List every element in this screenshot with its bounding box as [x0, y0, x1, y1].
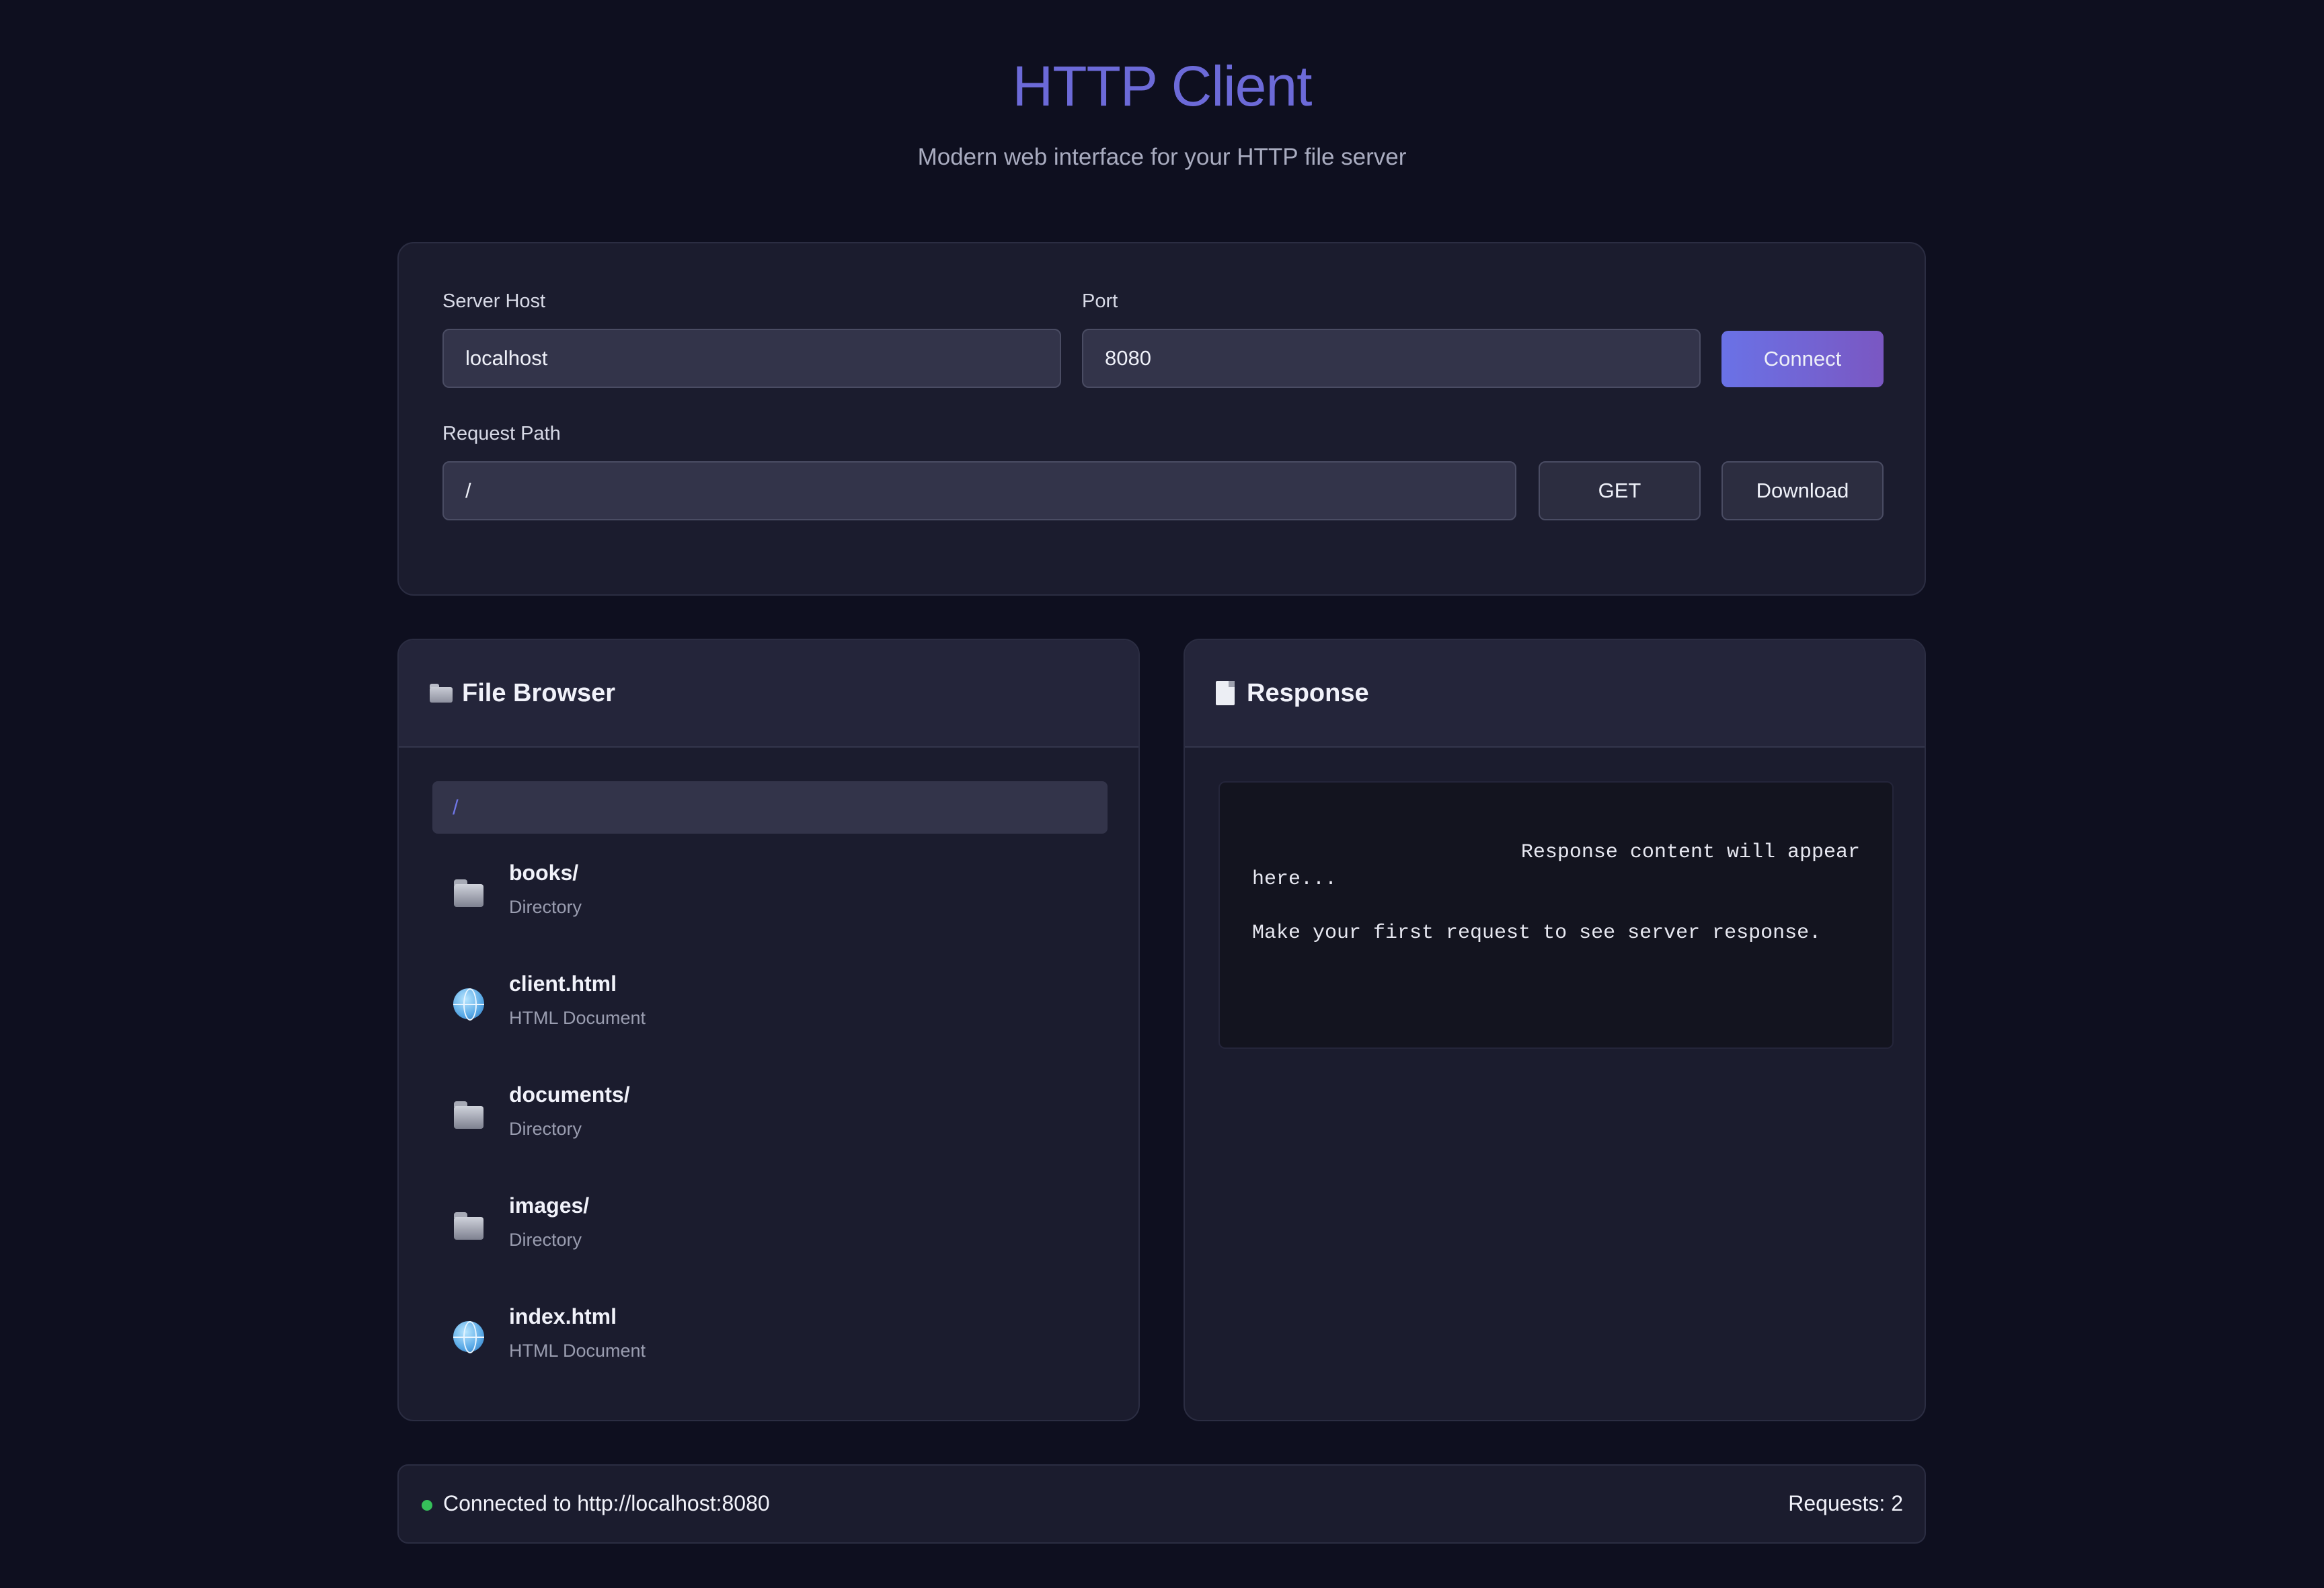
- get-button[interactable]: GET: [1539, 461, 1701, 520]
- response-title: Response: [1247, 678, 1369, 707]
- connect-button[interactable]: Connect: [1721, 331, 1884, 387]
- connection-card: Server Host Port Connect Request Path GE…: [397, 242, 1926, 596]
- response-content: Response content will appear here... Mak…: [1218, 781, 1894, 1049]
- list-item[interactable]: images/ Directory: [431, 1187, 1106, 1287]
- file-type: HTML Document: [509, 1008, 646, 1028]
- response-placeholder-line1: Response content will appear: [1520, 841, 1860, 864]
- folder-icon: [451, 1097, 486, 1132]
- response-placeholder-line3: Make your first request to see server re…: [1252, 922, 1822, 945]
- file-name: client.html: [509, 971, 617, 996]
- folder-icon: [451, 1208, 486, 1243]
- connection-status-dot: [422, 1500, 432, 1511]
- document-icon: [1216, 681, 1235, 705]
- list-item[interactable]: index.html HTML Document: [431, 1298, 1106, 1398]
- port-input[interactable]: [1082, 329, 1701, 388]
- status-bar: Connected to http://localhost:8080 Reque…: [397, 1464, 1926, 1544]
- request-count: Requests: 2: [1788, 1491, 1903, 1515]
- page-subtitle: Modern web interface for your HTTP file …: [917, 144, 1407, 170]
- globe-icon: [453, 988, 484, 1021]
- connection-status-text: Connected to http://localhost:8080: [443, 1491, 770, 1515]
- response-placeholder-line2: here...: [1252, 868, 1338, 891]
- request-path-label: Request Path: [442, 423, 561, 444]
- folder-icon: [430, 684, 453, 703]
- file-browser-header: File Browser: [399, 640, 1138, 748]
- globe-icon: [453, 1321, 484, 1353]
- list-item[interactable]: books/ Directory: [431, 854, 1106, 955]
- file-type: Directory: [509, 897, 582, 917]
- file-browser-title: File Browser: [462, 678, 616, 707]
- list-item[interactable]: client.html HTML Document: [431, 965, 1106, 1066]
- list-item[interactable]: documents/ Directory: [431, 1076, 1106, 1177]
- response-panel: Response Response content will appear he…: [1184, 639, 1926, 1421]
- server-host-input[interactable]: [442, 329, 1061, 388]
- current-path-breadcrumb[interactable]: /: [432, 781, 1108, 834]
- file-type: Directory: [509, 1230, 582, 1250]
- file-name: books/: [509, 861, 579, 885]
- request-path-input[interactable]: [442, 461, 1516, 520]
- server-host-label: Server Host: [442, 290, 546, 312]
- download-button[interactable]: Download: [1721, 461, 1884, 520]
- file-type: HTML Document: [509, 1341, 646, 1361]
- response-header: Response: [1185, 640, 1925, 748]
- file-name: images/: [509, 1193, 590, 1218]
- port-label: Port: [1082, 290, 1118, 312]
- folder-icon: [451, 875, 486, 910]
- file-name: index.html: [509, 1304, 617, 1328]
- file-name: documents/: [509, 1082, 630, 1107]
- file-type: Directory: [509, 1119, 582, 1139]
- page-title: HTTP Client: [1012, 54, 1313, 118]
- page: HTTP Client Modern web interface for you…: [0, 0, 2324, 1588]
